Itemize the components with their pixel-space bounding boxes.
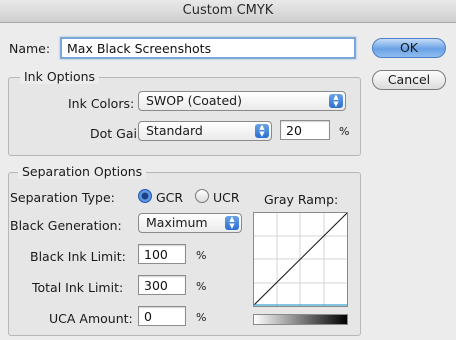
black-generation-popup[interactable]: Maximum ▲ ▼ xyxy=(138,213,242,233)
dot-gain-amount-input[interactable] xyxy=(280,120,330,140)
dot-gain-percent-label: % xyxy=(339,125,350,138)
gcr-label: GCR xyxy=(156,190,184,205)
uca-amount-percent-label: % xyxy=(196,311,207,324)
total-ink-limit-percent-label: % xyxy=(196,280,207,293)
gray-ramp-gradient-bar xyxy=(253,314,348,325)
dialog-title: Custom CMYK xyxy=(0,0,456,23)
black-ink-limit-label: Black Ink Limit: xyxy=(30,249,126,264)
ink-colors-value: SWOP (Coated) xyxy=(146,93,242,108)
cancel-button[interactable]: Cancel xyxy=(372,70,446,90)
total-ink-limit-input[interactable] xyxy=(138,275,186,295)
updown-arrows-icon: ▲ ▼ xyxy=(225,216,239,230)
gcr-radio[interactable] xyxy=(138,189,152,203)
custom-cmyk-dialog: Custom CMYK Name: OK Cancel Ink Options … xyxy=(0,0,456,340)
ucr-label: UCR xyxy=(213,190,240,205)
uca-amount-input[interactable] xyxy=(138,306,186,326)
ink-options-group xyxy=(8,77,361,156)
uca-amount-label: UCA Amount: xyxy=(49,311,133,326)
black-generation-value: Maximum xyxy=(146,215,208,230)
name-label: Name: xyxy=(9,41,51,56)
updown-arrows-icon: ▲ ▼ xyxy=(255,124,269,138)
dot-gain-value: Standard xyxy=(146,123,203,138)
name-input[interactable] xyxy=(60,37,356,59)
gray-ramp-graph xyxy=(253,212,348,307)
gray-ramp-label: Gray Ramp: xyxy=(264,192,339,207)
ink-colors-popup[interactable]: SWOP (Coated) ▲ ▼ xyxy=(138,91,346,111)
ink-options-title: Ink Options xyxy=(20,69,100,84)
updown-arrows-icon: ▲ ▼ xyxy=(329,94,343,108)
dot-gain-popup[interactable]: Standard ▲ ▼ xyxy=(138,121,272,141)
separation-type-label: Separation Type: xyxy=(10,190,115,205)
total-ink-limit-label: Total Ink Limit: xyxy=(32,280,124,295)
separation-options-title: Separation Options xyxy=(18,164,147,179)
ucr-radio[interactable] xyxy=(195,189,209,203)
gray-ramp-curve xyxy=(254,213,347,306)
black-ink-limit-input[interactable] xyxy=(138,244,186,264)
black-generation-label: Black Generation: xyxy=(10,218,122,233)
black-ink-limit-percent-label: % xyxy=(196,249,207,262)
ink-colors-label: Ink Colors: xyxy=(68,96,135,111)
ok-button[interactable]: OK xyxy=(372,38,446,58)
